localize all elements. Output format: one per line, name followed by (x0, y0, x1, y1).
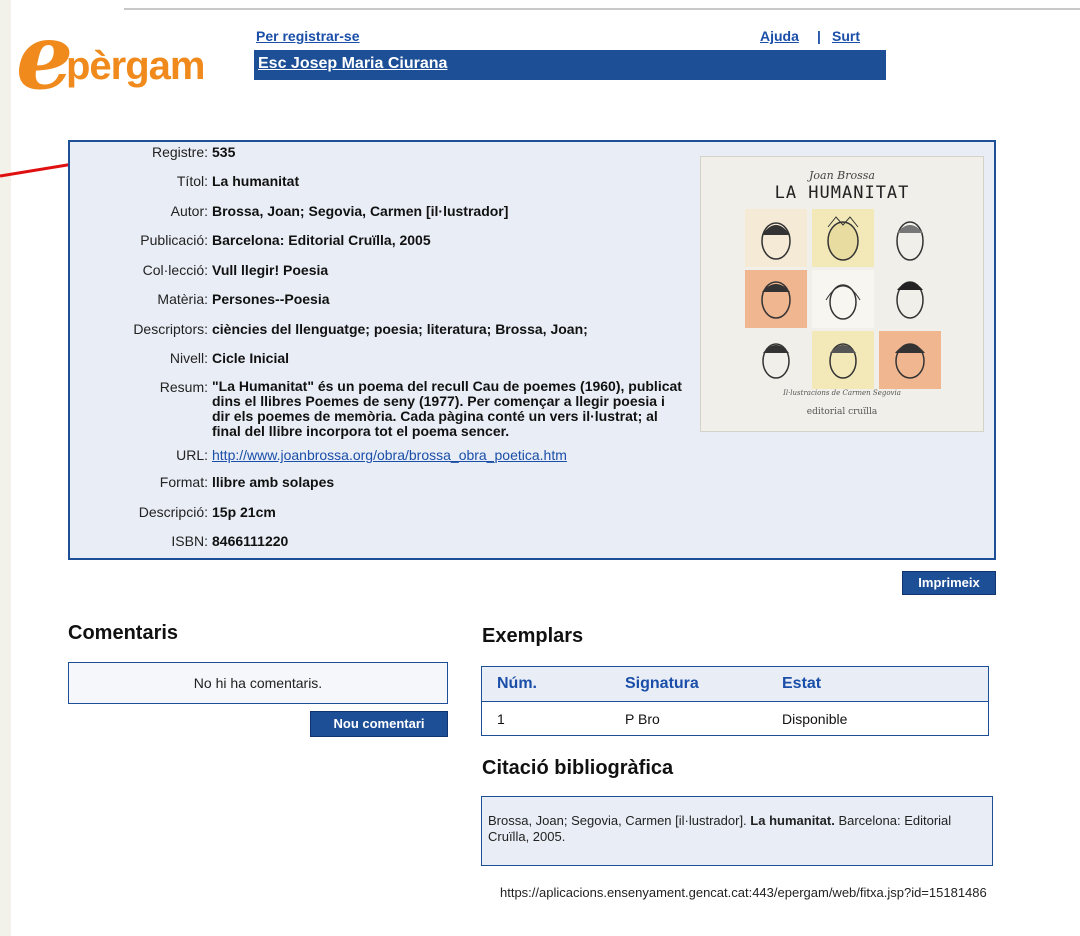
link-separator: | (817, 28, 821, 44)
face-illustration (879, 331, 941, 389)
cover-illustrator: Il·lustracions de Carmen Segovia (783, 389, 901, 397)
field-resum: Resum: "La Humanitat" és un poema del re… (70, 379, 690, 439)
face-illustration (745, 270, 807, 328)
book-cover-image: Joan Brossa LA HUMANITAT Il·lustracions … (700, 156, 984, 432)
logo-wordmark: pèrgam (66, 44, 205, 88)
column-header-estat: Estat (782, 675, 822, 692)
field-value: 15p 21cm (212, 504, 276, 520)
epergam-logo[interactable]: e pèrgam (14, 12, 246, 102)
cover-publisher: editorial cruïlla (806, 407, 878, 417)
comments-heading: Comentaris (68, 622, 179, 644)
column-header-num: Núm. (497, 675, 537, 692)
register-link[interactable]: Per registrar-se (256, 28, 360, 44)
citation-box: Brossa, Joan; Segovia, Carmen [il·lustra… (481, 796, 993, 866)
copies-table-header: Núm. Signatura Estat (482, 667, 988, 702)
field-value: Persones--Poesia (212, 291, 330, 307)
copies-table: Núm. Signatura Estat 1 P Bro Disponible (481, 666, 989, 736)
citation-heading: Citació bibliogràfica (482, 757, 674, 779)
field-label: Col·lecció: (142, 262, 208, 278)
top-divider (124, 8, 1080, 10)
comments-box: No hi ha comentaris. (68, 662, 448, 704)
face-illustration (812, 209, 874, 267)
field-label: Nivell: (169, 350, 208, 366)
cover-title: LA HUMANITAT (774, 183, 910, 203)
logo-letter-e: e (16, 4, 74, 110)
print-button[interactable]: Imprimeix (902, 571, 996, 595)
field-label: ISBN: (171, 533, 208, 549)
face-illustration (745, 331, 807, 389)
field-value: Cicle Inicial (212, 350, 290, 366)
field-value: 8466111220 (212, 533, 289, 549)
help-link[interactable]: Ajuda (760, 28, 799, 44)
face-illustration (812, 331, 874, 389)
face-illustration (879, 270, 941, 328)
record-panel: Registre: 535 Títol: La humanitat Autor:… (68, 140, 996, 560)
cell-estat: Disponible (782, 711, 848, 727)
field-value: Brossa, Joan; Segovia, Carmen [il·lustra… (212, 203, 509, 219)
school-name-link[interactable]: Esc Josep Maria Ciurana (258, 55, 447, 73)
field-label: Publicació: (140, 232, 208, 248)
face-illustration (879, 209, 941, 267)
field-label: Descripció: (138, 504, 208, 520)
cover-author: Joan Brossa (809, 169, 875, 182)
field-label: Títol: (176, 173, 208, 189)
field-value: La humanitat (212, 173, 300, 189)
record-url-link[interactable]: http://www.joanbrossa.org/obra/brossa_ob… (212, 447, 567, 463)
cover-faces-grid (745, 209, 941, 389)
field-label: Matèria: (157, 291, 208, 307)
summary-text: "La Humanitat" és un poema del recull Ca… (212, 378, 682, 439)
field-value: Vull llegir! Poesia (212, 262, 329, 278)
citation-title: La humanitat. (750, 813, 835, 828)
face-illustration (812, 270, 874, 328)
citation-url: https://aplicacions.ensenyament.gencat.c… (500, 885, 987, 900)
copies-heading: Exemplars (482, 625, 584, 647)
field-label: URL: (176, 447, 208, 463)
field-value: 535 (212, 144, 236, 160)
exit-link[interactable]: Surt (832, 28, 860, 44)
field-label: Format: (159, 474, 208, 490)
column-header-signatura: Signatura (625, 675, 699, 692)
new-comment-button[interactable]: Nou comentari (310, 711, 448, 737)
field-label: Registre: (151, 144, 208, 160)
field-label: Resum: (159, 379, 208, 395)
citation-authors: Brossa, Joan; Segovia, Carmen [il·lustra… (488, 813, 747, 828)
field-value: ciències del llenguatge; poesia; literat… (212, 321, 588, 337)
school-bar: Esc Josep Maria Ciurana (254, 50, 886, 80)
field-label: Descriptors: (133, 321, 208, 337)
cell-num: 1 (497, 711, 505, 727)
face-illustration (745, 209, 807, 267)
cell-signatura: P Bro (625, 711, 660, 727)
field-value: Barcelona: Editorial Cruïlla, 2005 (212, 232, 431, 248)
field-value: llibre amb solapes (212, 474, 335, 490)
field-label: Autor: (170, 203, 208, 219)
